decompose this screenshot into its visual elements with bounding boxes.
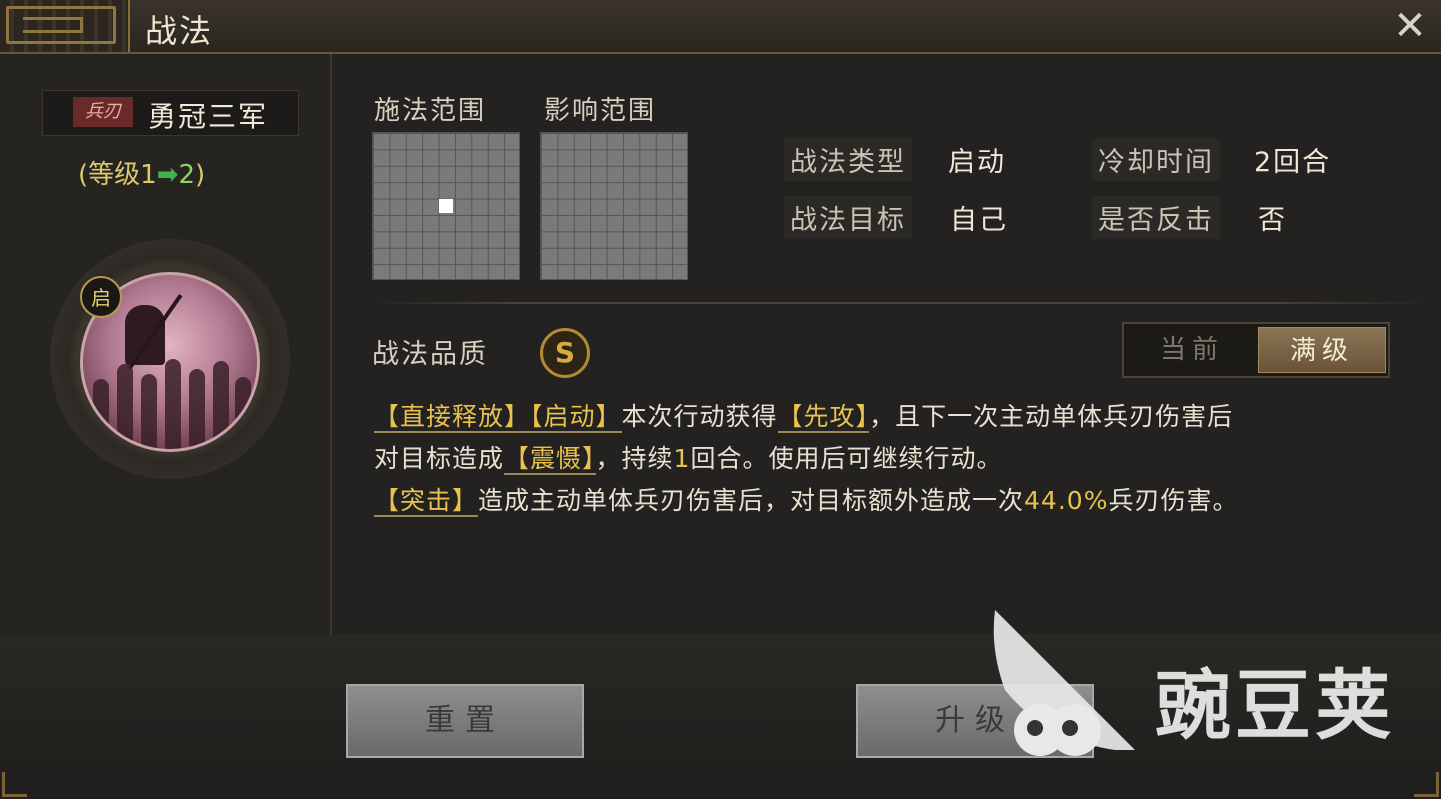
description-text: 回合。使用后可继续行动。 <box>690 444 1003 473</box>
skill-info-panel: 兵刃 勇冠三军 (等级1➡2) <box>0 54 332 634</box>
upgrade-button[interactable]: 升级 <box>856 684 1094 758</box>
skill-type-badge: 启 <box>80 276 122 318</box>
description-text: ，且下一次主动单体兵刃伤害后 <box>869 402 1234 431</box>
weapon-tag: 兵刃 <box>73 97 133 127</box>
level-from: (等级1 <box>78 160 157 190</box>
keyword: 【直接释放】 <box>374 402 531 433</box>
type-label: 战法类型 <box>784 138 912 181</box>
description-text: 造成主动单体兵刃伤害后，对目标额外造成一次 <box>478 486 1025 515</box>
description-line: 【直接释放】【启动】本次行动获得【先攻】，且下一次主动单体兵刃伤害后 <box>374 396 1424 438</box>
target-label: 战法目标 <box>784 196 912 239</box>
description-line: 对目标造成【震慑】，持续1回合。使用后可继续行动。 <box>374 438 1424 480</box>
skill-name-box: 兵刃 勇冠三军 <box>42 90 299 136</box>
cooldown-value: 2回合 <box>1254 147 1332 178</box>
skill-name: 勇冠三军 <box>148 100 269 133</box>
tab-full-level[interactable]: 满级 <box>1258 327 1386 373</box>
description-text: 对目标造成 <box>374 444 505 473</box>
header-ornament <box>0 0 130 52</box>
description-line: 【突击】造成主动单体兵刃伤害后，对目标额外造成一次44.0%兵刃伤害。 <box>374 480 1424 522</box>
soldier-figure <box>165 359 181 449</box>
level-change: (等级1➡2) <box>78 154 205 191</box>
level-view-toggle: 当前 满级 <box>1122 322 1390 378</box>
level-to: 2 <box>178 160 196 190</box>
caster-cell <box>439 199 453 213</box>
skill-detail-panel: 施法范围 影响范围 战法类型 启动 冷却时间 2回合 战法目标 自己 是否反击 … <box>332 54 1441 634</box>
soldier-figure <box>117 364 133 449</box>
section-divider <box>368 302 1428 304</box>
target-value: 自己 <box>950 205 1008 236</box>
description-text: ，持续 <box>595 444 674 473</box>
frame-corner <box>2 772 27 797</box>
soldier-figure <box>141 374 157 449</box>
description-text: 本次行动获得 <box>621 402 778 431</box>
window-title: 战法 <box>145 12 214 50</box>
keyword: 【先攻】 <box>777 402 870 433</box>
skill-description: 【直接释放】【启动】本次行动获得【先攻】，且下一次主动单体兵刃伤害后 对目标造成… <box>374 396 1424 522</box>
description-text: 兵刃伤害。 <box>1108 486 1239 515</box>
effect-range-label: 影响范围 <box>544 96 657 126</box>
cast-range-label: 施法范围 <box>374 96 487 126</box>
close-icon[interactable]: ✕ <box>1390 6 1430 46</box>
soldier-figure <box>213 361 229 449</box>
tab-current[interactable]: 当前 <box>1128 327 1256 373</box>
cooldown-label: 冷却时间 <box>1092 138 1220 181</box>
soldier-figure <box>235 377 251 449</box>
soldier-figure <box>93 379 109 449</box>
highlight-number: 44.0% <box>1024 486 1109 515</box>
highlight-number: 1 <box>673 444 691 473</box>
keyword: 【突击】 <box>374 486 479 517</box>
soldier-figure <box>189 369 205 449</box>
action-bar: 重置 升级 <box>0 634 1441 799</box>
quality-label: 战法品质 <box>372 339 488 370</box>
level-close: ) <box>195 160 206 190</box>
rider-figure <box>125 305 165 365</box>
type-value: 启动 <box>948 147 1006 178</box>
window-header: 战法 ✕ <box>0 0 1441 54</box>
keyword: 【震慑】 <box>504 444 596 475</box>
effect-range-grid <box>540 132 688 280</box>
quality-badge: S <box>540 328 590 378</box>
keyword: 【启动】 <box>530 402 622 433</box>
counter-value: 否 <box>1258 205 1287 236</box>
level-arrow-icon: ➡ <box>156 160 179 190</box>
counter-label: 是否反击 <box>1092 196 1220 239</box>
cast-range-grid <box>372 132 520 280</box>
skill-window: 战法 ✕ 兵刃 勇冠三军 (等级1➡2) 启 施法范围 影响范围 战法类型 启动… <box>0 0 1441 799</box>
frame-corner <box>1414 772 1439 797</box>
reset-button[interactable]: 重置 <box>346 684 584 758</box>
